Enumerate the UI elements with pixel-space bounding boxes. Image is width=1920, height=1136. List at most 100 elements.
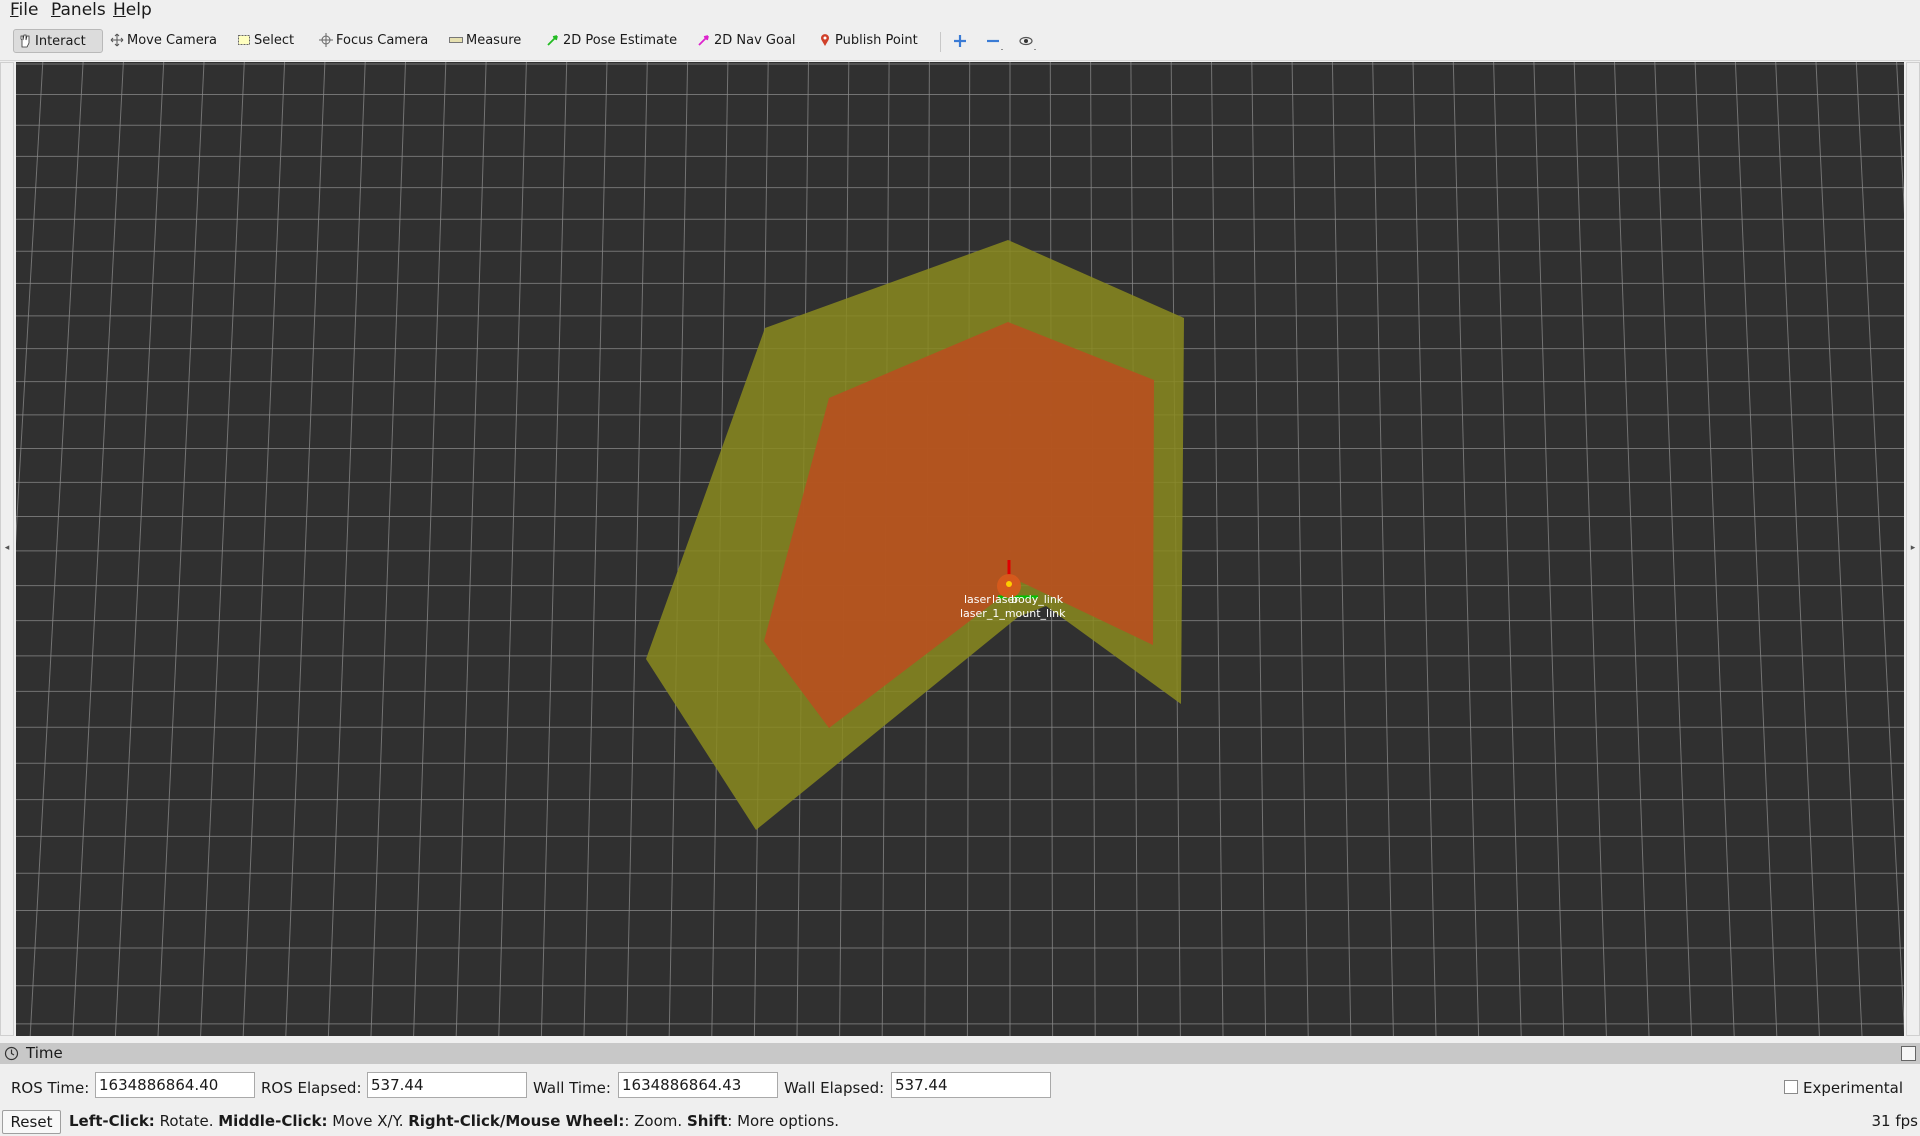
grid-line-vertical [626,62,648,1036]
measure-tool-button[interactable]: Measure [445,29,525,53]
frame-label-laser-mount: laser_1_mount_link [960,607,1066,620]
grid-line-vertical [1533,62,1565,1036]
grid-line-vertical [1452,62,1480,1036]
menu-file[interactable]: File [10,0,38,22]
hint-right-action: : Zoom. [624,1112,687,1130]
hint-middle-action: Move X/Y. [327,1112,409,1130]
render-viewport[interactable]: laser laser body_link laser_1_mount_link [16,62,1904,1036]
grid-line-vertical [1372,62,1394,1036]
hand-icon [20,34,30,47]
status-bar: Reset Left-Click: Rotate. Middle-Click: … [0,1108,1920,1136]
focus-camera-tool-button[interactable]: Focus Camera [315,29,429,53]
grid-line-vertical [1291,62,1309,1036]
menu-help[interactable]: Help [113,0,152,22]
grid-line-vertical [29,62,84,1036]
render-scene: laser laser body_link laser_1_mount_link [16,62,1904,1036]
grid-line-vertical [583,62,608,1036]
grid-line-vertical [1211,62,1224,1036]
grid-line-vertical [1775,62,1820,1036]
grid-line-vertical [498,62,527,1036]
ros-elapsed-label: ROS Elapsed: [261,1079,362,1097]
experimental-checkbox[interactable] [1784,1080,1798,1094]
right-dock-handle[interactable]: ▸ [1906,62,1920,1036]
minus-icon [987,39,1003,50]
remove-tool-button[interactable] [982,30,1004,52]
mouse-hint: Left-Click: Rotate. Middle-Click: Move X… [69,1108,839,1134]
right-arrow-icon: ▸ [1910,543,1916,553]
grid-line-vertical [455,62,487,1036]
toolbar-separator [940,32,941,52]
time-panel-title: Time [26,1044,63,1062]
crosshair-icon [319,32,333,47]
nav-goal-label: 2D Nav Goal [714,33,796,48]
grid-line-vertical [1614,62,1650,1036]
grid-line-vertical [1855,62,1904,1034]
add-tool-button[interactable] [949,30,971,52]
hint-shift: Shift [686,1112,728,1130]
grid-line-vertical [540,62,568,1036]
focus-camera-label: Focus Camera [336,33,429,48]
float-panel-button[interactable] [1901,1046,1916,1061]
toolbar: Interact Move Camera Select Focus Camera… [0,22,1920,61]
grid-line-vertical [327,62,366,1036]
pose-estimate-label: 2D Pose Estimate [563,33,678,48]
grid-line-vertical [1412,62,1437,1036]
plus-icon [954,35,966,47]
ros-time-field[interactable]: 1634886864.40 [95,1072,255,1098]
wall-time-field[interactable]: 1634886864.43 [618,1072,778,1098]
interact-label: Interact [35,34,86,49]
menu-panels[interactable]: Panels [51,0,106,22]
fps-counter: 31 fps [1871,1112,1918,1130]
grid-line-vertical [242,62,286,1036]
grid-line-vertical [114,62,165,1036]
hint-right-click: Right-Click/Mouse Wheel: [408,1112,625,1130]
left-dock-handle[interactable]: ◂ [0,62,14,1036]
grid-line-vertical [370,62,406,1036]
publish-point-label: Publish Point [835,33,918,48]
select-tool-button[interactable]: Select [233,29,303,53]
hint-left-click: Left-Click: [69,1112,155,1130]
menu-bar: File Panels Help [0,0,1920,22]
wall-elapsed-field[interactable]: 537.44 [891,1072,1051,1098]
hint-middle-click: Middle-Click: [218,1112,328,1130]
grid-line-vertical [285,62,326,1036]
green-arrow-icon [547,34,558,46]
grid-line-vertical [1654,62,1693,1036]
time-panel: ROS Time: 1634886864.40 ROS Elapsed: 537… [0,1064,1920,1108]
move-arrows-icon [110,33,124,46]
grid-line-vertical [1251,62,1267,1036]
select-label: Select [254,33,295,48]
select-box-icon [238,34,250,45]
ros-elapsed-field[interactable]: 537.44 [367,1072,527,1098]
view-tool-button[interactable] [1015,30,1037,52]
clock-icon [4,1046,19,1061]
grid-line-vertical [1493,62,1522,1036]
grid-line-vertical [1331,62,1352,1036]
map-pin-icon [821,33,829,46]
interact-tool-button[interactable]: Interact [13,29,103,53]
move-camera-tool-button[interactable]: Move Camera [106,29,218,53]
grid-line-vertical [200,62,245,1036]
move-camera-label: Move Camera [127,33,218,48]
frame-label-laser: laser [964,593,991,606]
hint-left-action: Rotate. [154,1112,219,1130]
hint-shift-action: : More options. [727,1112,840,1130]
experimental-label: Experimental [1803,1079,1904,1097]
grid-line-vertical [413,62,447,1036]
publish-point-tool-button[interactable]: Publish Point [814,29,918,53]
measure-label: Measure [466,33,522,48]
ros-time-label: ROS Time: [11,1079,90,1097]
magenta-arrow-icon [698,34,709,46]
wall-time-label: Wall Time: [533,1079,611,1097]
grid-line-vertical [1573,62,1607,1036]
grid-line-vertical [16,62,44,544]
wall-elapsed-label: Wall Elapsed: [784,1079,885,1097]
eye-icon [1019,36,1036,50]
time-panel-header: Time [0,1043,1920,1064]
reset-button[interactable]: Reset [2,1110,61,1134]
nav-goal-tool-button[interactable]: 2D Nav Goal [693,29,796,53]
grid-line-vertical [1815,62,1863,1036]
ruler-icon [449,36,463,43]
pose-estimate-tool-button[interactable]: 2D Pose Estimate [542,29,677,53]
grid-line-vertical [1734,62,1778,1036]
